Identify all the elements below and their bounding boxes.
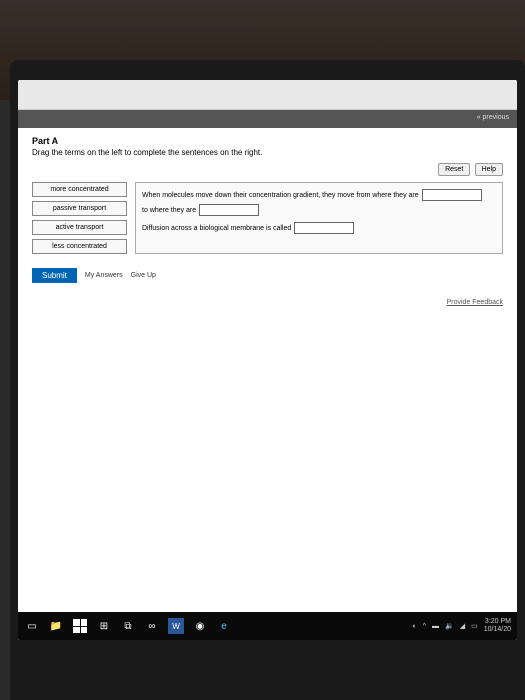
term-less-concentrated[interactable]: less concentrated — [32, 239, 127, 254]
previous-link[interactable]: « previous — [477, 114, 509, 121]
action-row: Submit My Answers Give Up — [32, 268, 503, 283]
clock[interactable]: 3:20 PM 10/14/20 — [484, 618, 511, 635]
windows-taskbar: ▭ 📁 ⊞ ⧉ ∞ W ◉ e ◐ ^ ▬ 🔉 ◢ ▭ 3:20 PM 10/1… — [18, 612, 517, 640]
file-explorer-icon[interactable]: 📁 — [48, 618, 64, 634]
store-icon[interactable]: ⊞ — [96, 618, 112, 634]
task-view-icon[interactable]: ▭ — [24, 618, 40, 634]
volume-icon[interactable]: 🔉 — [445, 622, 454, 630]
dropbox-icon[interactable]: ⧉ — [120, 618, 136, 634]
date-text: 10/14/20 — [484, 626, 511, 634]
dropzone-2[interactable] — [199, 204, 259, 216]
battery-icon[interactable]: ▭ — [471, 622, 478, 630]
word-icon[interactable]: W — [168, 618, 184, 634]
system-tray: ◐ ^ ▬ 🔉 ◢ ▭ 3:20 PM 10/14/20 — [412, 618, 511, 635]
app-toolbar: « previous — [18, 110, 517, 128]
dropzone-3[interactable] — [294, 222, 354, 234]
wifi-icon[interactable]: ◢ — [460, 622, 465, 630]
start-icon[interactable] — [72, 618, 88, 634]
sentence-2: Diffusion across a biological membrane i… — [142, 222, 496, 234]
submit-button[interactable]: Submit — [32, 268, 77, 283]
help-button[interactable]: Help — [475, 163, 503, 176]
dropzone-1[interactable] — [422, 189, 482, 201]
term-more-concentrated[interactable]: more concentrated — [32, 182, 127, 197]
laptop-screen: « previous Part A Drag the terms on the … — [18, 80, 517, 640]
term-active-transport[interactable]: active transport — [32, 220, 127, 235]
chrome-icon[interactable]: ◉ — [192, 618, 208, 634]
infinity-icon[interactable]: ∞ — [144, 618, 160, 634]
sentence-1: When molecules move down their concentra… — [142, 189, 496, 216]
time-text: 3:20 PM — [484, 618, 511, 626]
content-area: Part A Drag the terms on the left to com… — [18, 128, 517, 640]
chevron-up-icon[interactable]: ^ — [423, 623, 426, 630]
network-icon[interactable]: ▬ — [432, 623, 439, 630]
terms-column: more concentrated passive transport acti… — [32, 182, 127, 254]
sentences-column: When molecules move down their concentra… — [135, 182, 503, 254]
top-buttons: Reset Help — [32, 163, 503, 176]
sentence-text: When molecules move down their concentra… — [142, 192, 419, 199]
exercise-container: more concentrated passive transport acti… — [32, 182, 503, 254]
sentence-text: Diffusion across a biological membrane i… — [142, 225, 291, 232]
instructions-text: Drag the terms on the left to complete t… — [32, 148, 503, 157]
term-passive-transport[interactable]: passive transport — [32, 201, 127, 216]
give-up-link[interactable]: Give Up — [131, 272, 156, 279]
sentence-text: to where they are — [142, 207, 196, 214]
reset-button[interactable]: Reset — [438, 163, 470, 176]
part-label: Part A — [32, 136, 503, 146]
tray-app-icon[interactable]: ◐ — [412, 623, 416, 630]
laptop-frame: « previous Part A Drag the terms on the … — [10, 60, 525, 700]
provide-feedback-link[interactable]: Provide Feedback — [32, 299, 503, 306]
my-answers-link[interactable]: My Answers — [85, 272, 123, 279]
browser-chrome — [18, 80, 517, 110]
edge-icon[interactable]: e — [216, 618, 232, 634]
